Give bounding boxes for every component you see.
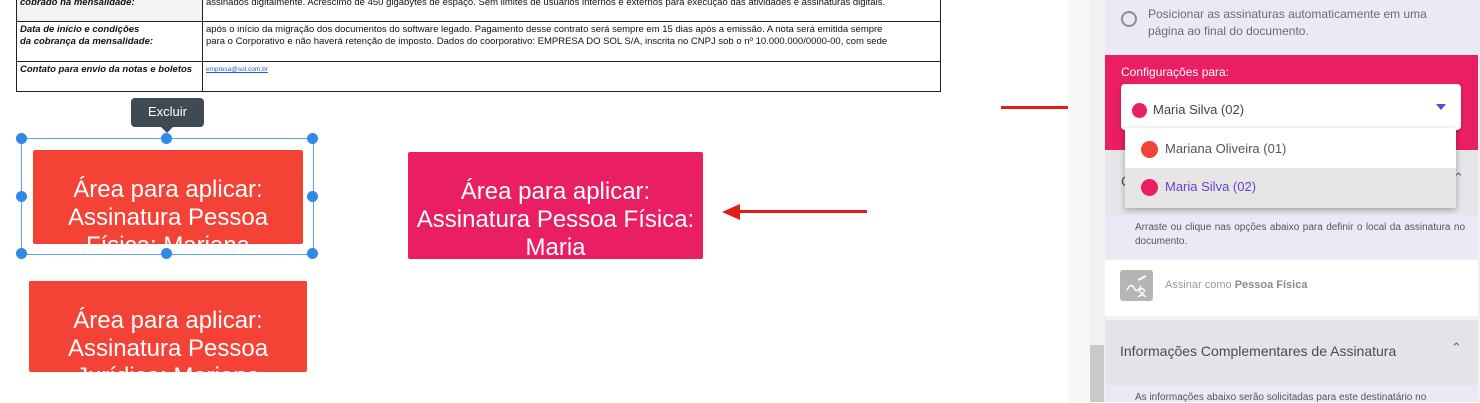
option-label: Mariana Oliveira (01) [1165,141,1287,156]
resize-handle[interactable] [16,248,27,259]
annotation-arrow-line [736,210,867,213]
signature-area-pf-maria[interactable]: Área para aplicar: Assinatura Pessoa Fís… [408,152,703,259]
signature-area-pf-mariana[interactable]: Área para aplicar: Assinatura Pessoa Fís… [33,150,303,244]
config-label: Configurações para: [1121,65,1230,79]
resize-handle[interactable] [307,191,318,202]
arrow-left-icon [722,204,740,220]
signer-color-dot [1132,103,1147,118]
selected-signer: Maria Silva (02) [1153,102,1245,117]
email-link[interactable]: empresa@sol.com.br [202,61,941,92]
annotation-arrow-line [1001,106,1075,109]
scrollbar-thumb[interactable] [1090,345,1104,402]
option-label: Maria Silva (02) [1165,179,1257,194]
chevron-up-icon[interactable]: ⌃ [1451,340,1462,356]
document-table: cobrado na mensalidade: assinados digita… [16,0,941,92]
signature-area-pj-mariana[interactable]: Área para aplicar: Assinatura Pessoa Jur… [29,281,307,372]
signer-color-dot [1141,141,1158,158]
section-title: Informações Complementares de Assinatura [1120,343,1397,359]
panel-gutter [1068,0,1090,402]
help-text: Arraste ou clique nas opções abaixo para… [1135,222,1465,247]
auto-position-label: Posicionar as assinaturas automaticament… [1148,7,1427,38]
row-label: Data de início e condições da cobrança da… [16,21,203,62]
delete-tooltip[interactable]: Excluir [131,98,204,127]
row-label: cobrado na mensalidade: [16,0,203,22]
row-text: após o início da migração dos documentos… [202,21,941,62]
dropdown-option[interactable]: Maria Silva (02) [1125,168,1456,208]
caret-down-icon[interactable] [1436,104,1446,110]
signature-pen-icon [1120,270,1153,301]
resize-handle[interactable] [161,133,172,144]
signer-color-dot [1141,179,1158,196]
resize-handle[interactable] [161,248,172,259]
sign-as-label: Assinar como Pessoa Física [1165,279,1308,291]
resize-handle[interactable] [307,133,318,144]
signer-dropdown[interactable]: Mariana Oliveira (01) Maria Silva (02) [1125,128,1456,208]
resize-handle[interactable] [16,133,27,144]
row-text: assinados digitalmente. Acréscimo de 450… [202,0,941,22]
resize-handle[interactable] [307,248,318,259]
dropdown-option[interactable]: Mariana Oliveira (01) [1125,128,1456,168]
resize-handle[interactable] [16,191,27,202]
row-label: Contato para envio da notas e boletos [16,61,203,92]
info-text: As informações abaixo serão solicitadas … [1135,392,1427,403]
radio-button[interactable] [1121,11,1137,27]
